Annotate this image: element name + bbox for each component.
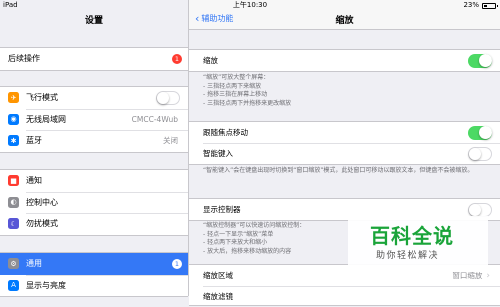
do-not-disturb-icon: ☾: [8, 218, 19, 230]
smart-typing-note: “智能键入”会在键盘出现时切换到“窗口缩放”模式，此处窗口可移动以跟放文本，但键…: [203, 167, 493, 176]
follow-focus-label: 跟随焦点移动: [203, 128, 248, 137]
settings-item-general[interactable]: ⚙ 通用 1: [0, 253, 188, 275]
settings-item-label: 通用: [26, 259, 42, 269]
bluetooth-icon: ✱: [8, 135, 19, 147]
zoom-row: 缩放: [189, 50, 500, 71]
show-controller-toggle[interactable]: [468, 202, 492, 217]
battery-icon: [482, 2, 498, 9]
wifi-icon: ◉: [8, 113, 19, 125]
settings-item-label: 无线局域网: [26, 114, 66, 124]
zoom-note-line: - 三指轻点两下并拖移来更改缩放: [203, 99, 292, 107]
control-center-icon: ◐: [8, 196, 19, 208]
watermark-title: 百科全说: [370, 224, 454, 248]
settings-group-notifications: ■ 通知 ◐ 控制中心 ☾ 勿扰模式: [0, 169, 188, 236]
zoom-toggle-group: 缩放: [189, 49, 500, 72]
smart-typing-label: 智能键入: [203, 149, 233, 158]
notifications-icon: ■: [8, 175, 19, 187]
settings-item-label: 控制中心: [26, 197, 58, 207]
notification-badge: 1: [172, 258, 182, 269]
zoom-note-line: - 拖移三指在屏幕上移动: [203, 91, 268, 99]
display-brightness-icon: A: [8, 279, 19, 291]
chevron-right-icon: ›: [486, 270, 490, 281]
settings-item-wifi[interactable]: ◉ 无线局域网 CMCC-4Wub: [0, 108, 188, 131]
settings-item-do-not-disturb[interactable]: ☾ 勿扰模式: [0, 213, 188, 235]
settings-item-bluetooth[interactable]: ✱ 蓝牙 关闭: [0, 130, 188, 152]
settings-title: 设置: [84, 16, 103, 26]
settings-item-control-center[interactable]: ◐ 控制中心: [0, 191, 188, 214]
watermark-logo: 百科全说 助你轻松解决: [348, 216, 488, 272]
settings-item-label: 后续操作: [8, 54, 40, 64]
settings-item-notifications[interactable]: ■ 通知: [0, 170, 188, 192]
zoom-note-line: “缩放”可放大整个屏幕：: [203, 74, 270, 81]
settings-pane: 设置 后续操作 1 ✈ 飞行模式 ◉ 无线局域网 CMCC-4Wub ✱ 蓝牙 …: [0, 0, 189, 297]
status-time: 上午10:30: [232, 1, 268, 9]
settings-group-followup: 后续操作 1: [0, 47, 188, 71]
show-controller-label: 显示控制器: [203, 205, 241, 214]
airplane-icon: ✈: [8, 92, 19, 104]
battery-status: 23%: [463, 0, 498, 11]
settings-item-display-brightness[interactable]: A 显示与亮度: [0, 274, 188, 297]
page-title: 缩放: [335, 16, 354, 26]
follow-focus-toggle[interactable]: [468, 125, 492, 140]
settings-group-connectivity: ✈ 飞行模式 ◉ 无线局域网 CMCC-4Wub ✱ 蓝牙 关闭: [0, 86, 188, 153]
follow-focus-row: 跟随焦点移动: [189, 122, 500, 143]
zoom-filter-label: 缩放滤镜: [203, 292, 233, 301]
status-bar: iPad 上午10:30 23%: [0, 0, 500, 11]
settings-item-airplane-mode[interactable]: ✈ 飞行模式: [0, 87, 188, 109]
watermark-subtitle: 助你轻松解决: [376, 251, 440, 261]
focus-typing-group: 跟随焦点移动 智能键入: [189, 121, 500, 165]
smart-typing-toggle[interactable]: [468, 146, 492, 161]
settings-item-label: 勿扰模式: [26, 219, 58, 229]
zoom-filter-row[interactable]: 缩放滤镜: [189, 286, 500, 307]
settings-item-followup[interactable]: 后续操作 1: [0, 48, 188, 70]
notification-badge: 1: [172, 53, 182, 64]
zoom-toggle[interactable]: [468, 53, 492, 68]
settings-item-label: 飞行模式: [26, 93, 58, 103]
settings-item-label: 蓝牙: [26, 136, 42, 146]
smart-typing-row: 智能键入: [189, 143, 500, 164]
zoom-label: 缩放: [203, 56, 218, 65]
airplane-mode-toggle[interactable]: [156, 90, 180, 105]
zoom-instructions: “缩放”可放大整个屏幕： - 三指轻点两下来缩放 - 拖移三指在屏幕上移动 - …: [203, 74, 493, 108]
settings-item-label: 显示与亮度: [26, 280, 66, 290]
battery-percent: 23%: [463, 1, 479, 9]
smart-typing-note-text: “智能键入”会在键盘出现时切换到“窗口缩放”模式，此处窗口可移动以跟放文本，但键…: [203, 167, 474, 174]
gear-icon: ⚙: [8, 258, 19, 270]
bluetooth-status-value: 关闭: [163, 136, 178, 146]
wifi-network-value: CMCC-4Wub: [131, 114, 178, 124]
settings-item-label: 通知: [26, 176, 42, 186]
settings-group-general: ⚙ 通用 1 A 显示与亮度: [0, 252, 188, 297]
zoom-note-line: - 三指轻点两下来缩放: [203, 82, 262, 90]
